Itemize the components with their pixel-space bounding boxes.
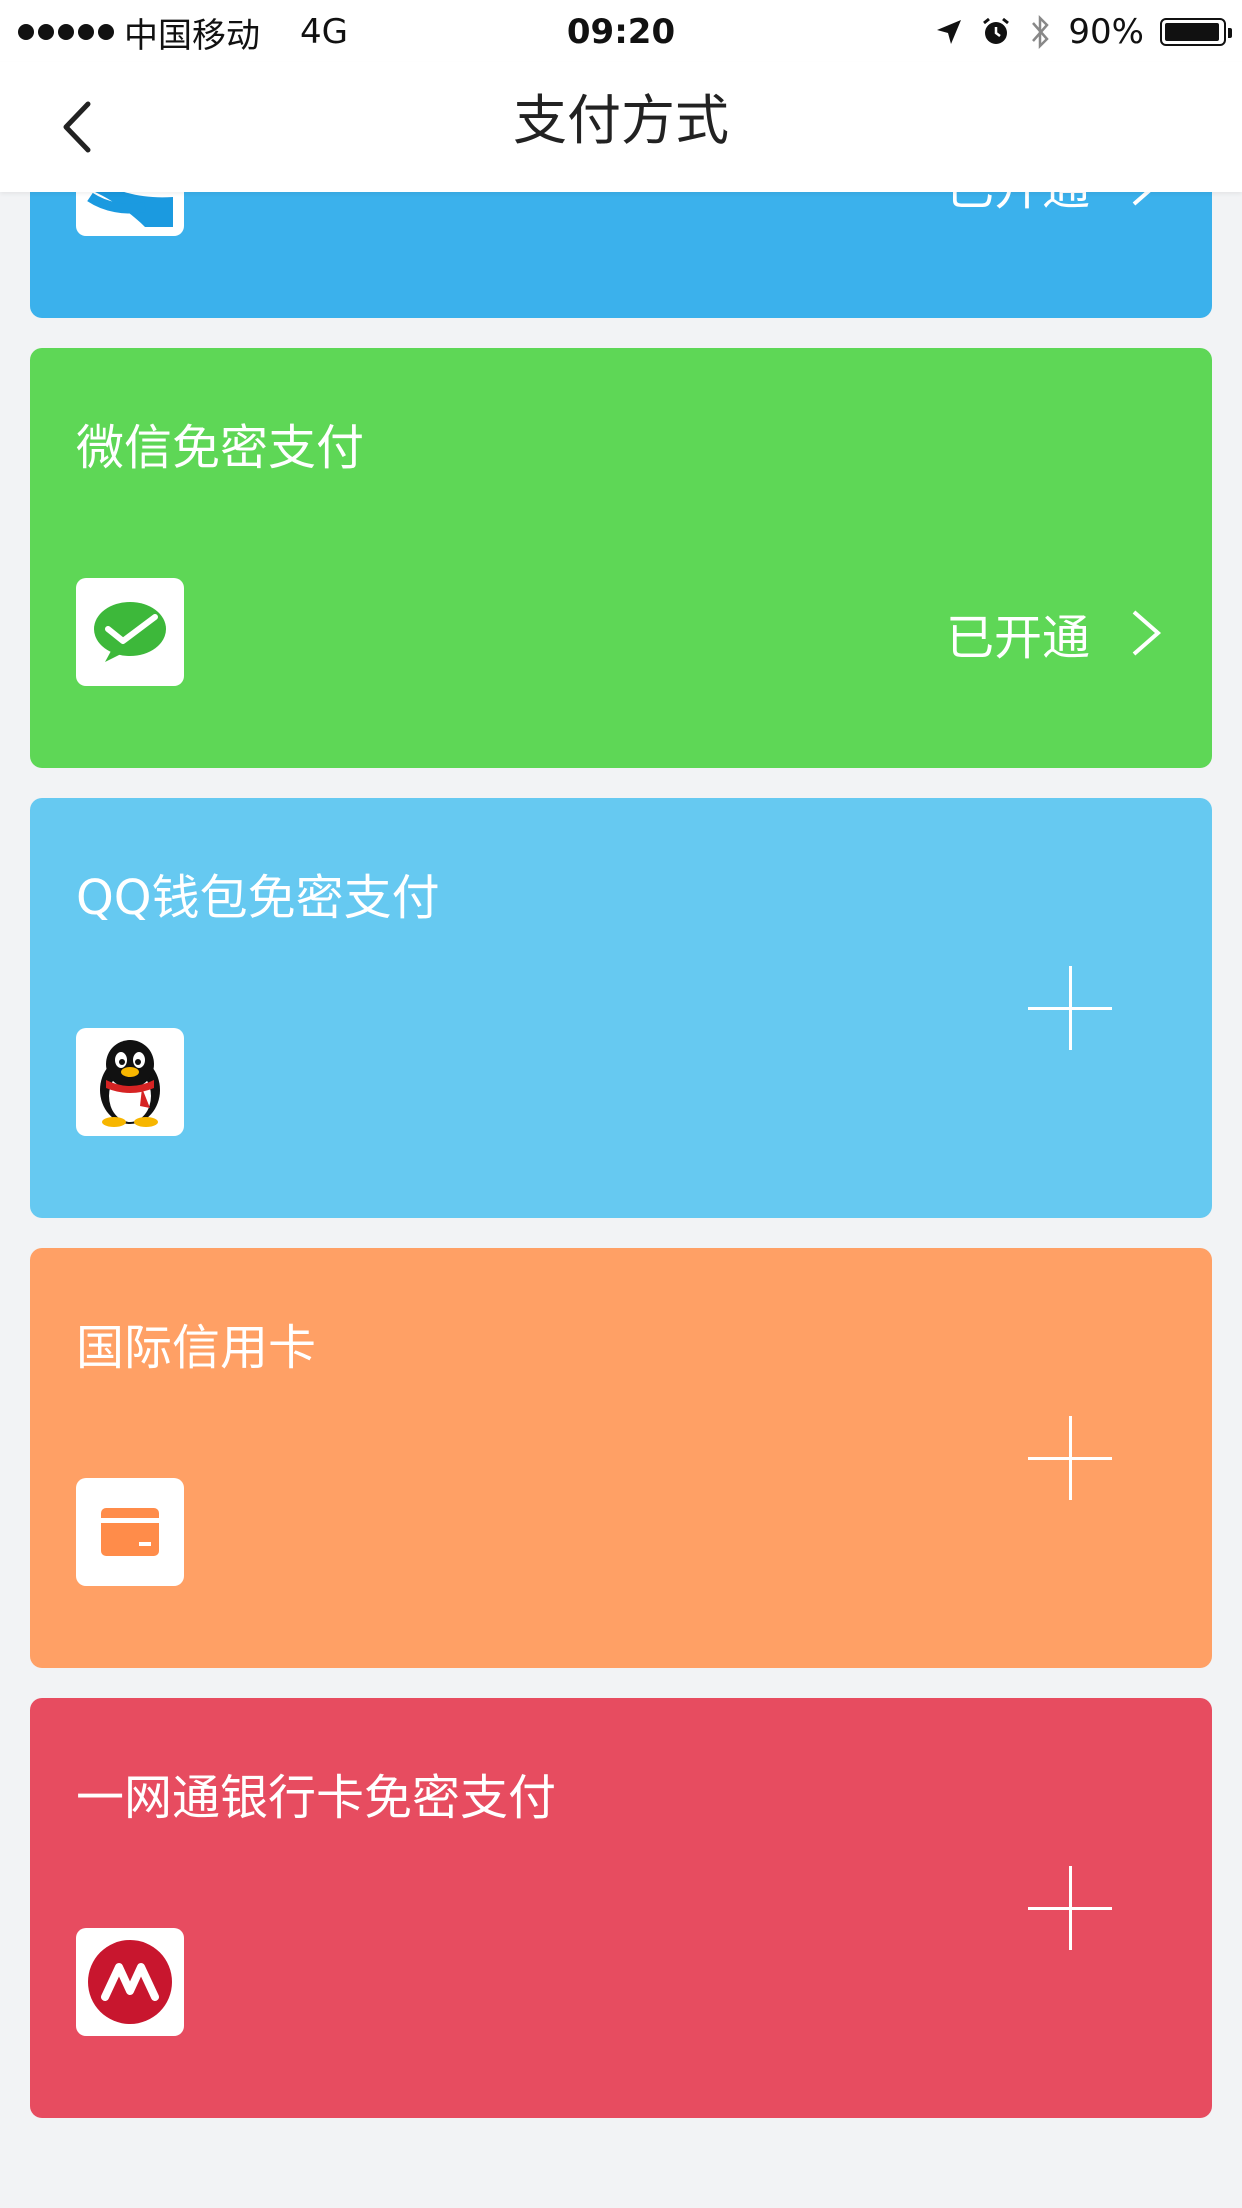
location-arrow-icon: [937, 20, 962, 44]
page-title: 支付方式: [513, 89, 729, 152]
navigation-bar: 支付方式: [0, 62, 1242, 192]
status-text: 已开通: [945, 610, 1090, 666]
alarm-clock-icon: [983, 17, 1010, 44]
add-plus-icon[interactable]: [1028, 966, 1112, 1050]
cmb-logo-icon: [88, 1940, 172, 2024]
card-icon-box: [76, 578, 184, 686]
battery-percent: 90%: [1068, 12, 1144, 52]
status-right: 90%: [934, 8, 1232, 56]
chevron-right-icon: [1132, 610, 1162, 656]
wechat-pay-icon: [94, 602, 166, 662]
card-icon-box: [76, 1028, 184, 1136]
payment-card-qq[interactable]: QQ钱包免密支付: [30, 798, 1212, 1218]
status-bar: 中国移动 4G 09:20 90%: [0, 0, 1242, 62]
add-plus-icon[interactable]: [1028, 1866, 1112, 1950]
credit-card-icon: [101, 1508, 159, 1556]
card-icon-box: [76, 1928, 184, 2036]
card-icon-box: [76, 1478, 184, 1586]
payment-card-cmb[interactable]: 一网通银行卡免密支付: [30, 1698, 1212, 2118]
card-title: 微信免密支付: [76, 420, 365, 476]
add-plus-icon[interactable]: [1028, 1416, 1112, 1500]
card-status[interactable]: 已开通: [946, 598, 1164, 668]
card-title: 国际信用卡: [76, 1320, 317, 1376]
card-title: 一网通银行卡免密支付: [76, 1770, 557, 1826]
payment-card-wechat[interactable]: 微信免密支付 已开通: [30, 348, 1212, 768]
payment-card-credit[interactable]: 国际信用卡: [30, 1248, 1212, 1668]
qq-penguin-icon: [100, 1040, 160, 1127]
battery-icon: [1160, 18, 1232, 46]
card-title: QQ钱包免密支付: [76, 870, 440, 926]
bluetooth-icon: [1032, 14, 1050, 50]
